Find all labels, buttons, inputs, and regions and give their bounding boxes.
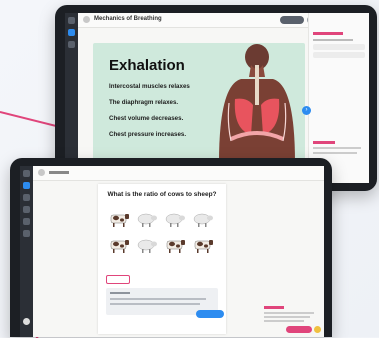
menu-icon[interactable] xyxy=(68,17,75,24)
sheep-icon xyxy=(164,212,186,227)
note-panel xyxy=(264,306,316,322)
note-title-bar xyxy=(264,306,284,309)
next-slide-button[interactable]: › xyxy=(302,106,311,115)
text-icon[interactable] xyxy=(23,206,30,213)
answer-input[interactable] xyxy=(106,275,130,284)
note-line xyxy=(264,316,310,318)
slide-point: Chest volume decreases. xyxy=(109,115,184,122)
sheep-icon xyxy=(136,238,158,253)
panel-card[interactable] xyxy=(313,52,365,58)
slides-icon[interactable] xyxy=(23,182,30,189)
slide-point: The diaphragm relaxes. xyxy=(109,99,179,106)
shapes-icon[interactable] xyxy=(23,218,30,225)
quiz-card: What is the ratio of cows to sheep? xyxy=(98,184,226,334)
panel-subtitle-bar xyxy=(313,38,365,42)
feedback-line xyxy=(110,292,130,294)
left-rail xyxy=(20,166,33,337)
respiratory-illustration xyxy=(219,44,295,163)
lesson-title: Mechanics of Breathing xyxy=(94,16,162,22)
cow-icon xyxy=(164,238,186,253)
sheep-icon xyxy=(192,212,214,227)
video-slide[interactable]: Exhalation Intercostal muscles relaxes T… xyxy=(93,43,305,173)
draw-icon[interactable] xyxy=(23,194,30,201)
avatar-icon[interactable] xyxy=(23,318,30,325)
share-button[interactable] xyxy=(280,16,304,24)
home-icon[interactable] xyxy=(83,16,90,23)
menu-icon[interactable] xyxy=(23,170,30,177)
cow-icon xyxy=(108,238,130,253)
slide-point: Intercostal muscles relaxes xyxy=(109,83,190,90)
submit-button[interactable] xyxy=(196,310,224,318)
lesson-title-bar xyxy=(49,171,69,174)
note-line xyxy=(264,312,314,314)
panel-heading-bar xyxy=(313,31,365,36)
panel-card[interactable] xyxy=(313,44,365,50)
tablet-bottom: What is the ratio of cows to sheep? xyxy=(10,158,332,337)
cow-icon xyxy=(108,212,130,227)
home-icon[interactable] xyxy=(38,169,45,176)
panel-text xyxy=(313,147,361,149)
slide-point: Chest pressure increases. xyxy=(109,131,187,138)
panel-label xyxy=(313,141,335,144)
note-line xyxy=(264,320,304,322)
quiz-question: What is the ratio of cows to sheep? xyxy=(107,191,217,198)
sheep-icon xyxy=(136,212,158,227)
slides-icon[interactable] xyxy=(68,29,75,36)
eraser-icon[interactable] xyxy=(23,230,30,237)
tools-icon[interactable] xyxy=(68,41,75,48)
smile-icon[interactable] xyxy=(314,326,321,333)
panel-text xyxy=(313,152,357,154)
feedback-line xyxy=(110,298,206,300)
feedback-line xyxy=(110,303,200,305)
top-bar xyxy=(33,166,324,181)
cow-icon xyxy=(192,238,214,253)
action-button[interactable] xyxy=(286,326,312,333)
slide-heading: Exhalation xyxy=(109,57,185,74)
quiz-screen: What is the ratio of cows to sheep? xyxy=(20,166,324,337)
